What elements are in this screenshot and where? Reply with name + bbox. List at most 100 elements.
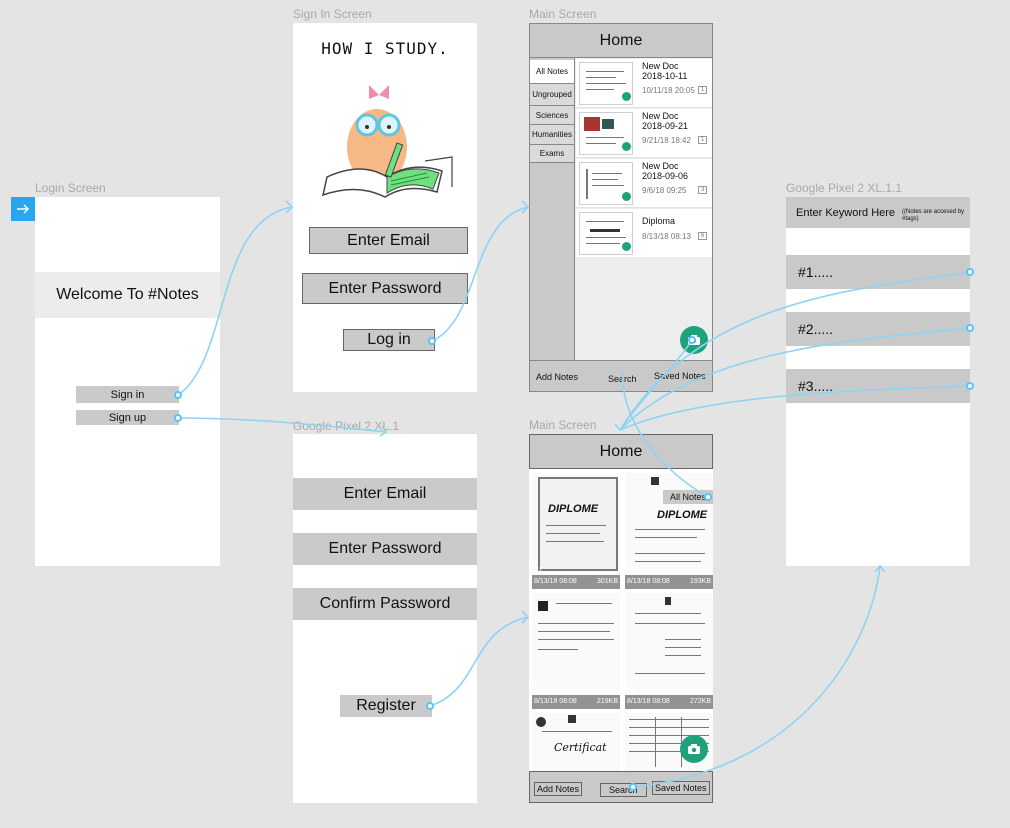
studying-owl-illustration — [321, 85, 453, 198]
synced-check-icon — [622, 242, 631, 251]
doc-title: New Doc — [642, 61, 679, 71]
tile-size: 219KB — [596, 698, 618, 705]
email-field[interactable]: Enter Email — [309, 227, 468, 254]
tab-ungrouped[interactable]: Ungrouped — [530, 84, 574, 106]
tile-info-bar: 01 8/13/18 08:08 301KB — [532, 566, 620, 589]
welcome-banner: Welcome To #Notes — [35, 272, 220, 318]
doc-date: 2018-09-21 — [642, 121, 689, 131]
synced-check-icon — [622, 142, 631, 151]
saved-notes-button[interactable]: Saved Notes — [654, 371, 706, 381]
logo-text: HOW I STUDY. — [321, 39, 449, 58]
tile-number: 01 — [534, 566, 543, 575]
register-email-field[interactable]: Enter Email — [293, 478, 477, 510]
register-hotspot[interactable] — [426, 702, 434, 710]
doc-tile-title: DIPLOME — [657, 509, 708, 521]
add-notes-button[interactable]: Add Notes — [536, 372, 578, 382]
tab-all-notes[interactable]: All Notes — [530, 60, 574, 84]
password-field[interactable]: Enter Password — [302, 273, 468, 304]
synced-check-icon — [622, 92, 631, 101]
tab-sciences[interactable]: Sciences — [530, 106, 574, 125]
register-button[interactable]: Register — [340, 695, 432, 717]
signin-screen: HOW I STUDY. Enter Email Enter Password … — [293, 23, 477, 392]
welcome-text: Welcome To #Notes — [56, 286, 199, 303]
doc-time: 8/13/18 08:13 — [642, 232, 691, 241]
search-frame-label: Google Pixel 2 XL.1.1 — [786, 181, 903, 195]
doc-list-item[interactable]: New Doc 2018-09-06 9/6/18 09:25 3 — [576, 159, 712, 208]
doc-title: New Doc — [642, 161, 679, 171]
search-hotspot[interactable] — [629, 783, 637, 791]
tile-time: 8/13/18 08:08 — [627, 578, 670, 585]
tags-hint: ((Notes are accesed by #tags) — [902, 209, 965, 222]
tile-info-bar: 04 8/13/18 08:08 272KB — [625, 686, 713, 709]
tile-number: 02 — [627, 566, 636, 575]
allnotes-hotspot[interactable] — [704, 493, 712, 501]
doc-title: Diploma — [642, 216, 676, 226]
bottom-bar: Add Notes Search Saved Notes — [530, 360, 712, 391]
confirm-password-field[interactable]: Confirm Password — [293, 588, 477, 620]
prototype-start-icon[interactable] — [11, 197, 35, 221]
sign-in-button[interactable]: Sign in — [76, 386, 179, 403]
camera-hotspot[interactable] — [688, 336, 696, 344]
doc-date: 2018-09-06 — [642, 171, 689, 181]
login-hotspot[interactable] — [428, 337, 436, 345]
main2-frame-label: Main Screen — [529, 418, 597, 432]
page-count-badge: 6 — [698, 232, 708, 240]
tile-number: 04 — [627, 686, 636, 695]
add-notes-button[interactable]: Add Notes — [534, 782, 583, 796]
search-result-row[interactable]: #2..... — [786, 312, 970, 346]
result1-hotspot[interactable] — [966, 268, 974, 276]
sign-up-button[interactable]: Sign up — [76, 410, 179, 425]
doc-tile[interactable]: 03 8/13/18 08:08 219KB — [532, 593, 620, 709]
tile-time: 8/13/18 08:08 — [534, 698, 577, 705]
camera-icon — [688, 744, 700, 754]
bottom-bar: Add Notes Search Saved Notes — [529, 771, 713, 803]
doc-tile-title: DIPLOME — [548, 503, 599, 515]
doc-title: New Doc — [642, 111, 679, 121]
signup-hotspot[interactable] — [174, 414, 182, 422]
doc-time: 10/11/18 20:05 — [642, 86, 695, 95]
tile-number: 03 — [534, 686, 543, 695]
register-password-field[interactable]: Enter Password — [293, 533, 477, 565]
log-in-button[interactable]: Log in — [343, 329, 435, 351]
search-result-row[interactable]: #1..... — [786, 255, 970, 289]
tab-humanities[interactable]: Humanities — [530, 125, 574, 145]
doc-time: 9/21/18 18:42 — [642, 136, 691, 145]
result3-hotspot[interactable] — [966, 382, 974, 390]
search-screen: Enter Keyword Here ((Notes are accesed b… — [786, 197, 970, 566]
saved-notes-button[interactable]: Saved Notes — [652, 781, 710, 795]
doc-tile[interactable]: Certificat — [532, 713, 620, 771]
tile-size: 301KB — [596, 578, 618, 585]
page-count-badge: 1 — [698, 136, 708, 144]
login-frame-label: Login Screen — [35, 181, 106, 195]
main-list-screen: Home All Notes Ungrouped Sciences Humani… — [529, 23, 713, 392]
doc-list-item[interactable]: New Doc 2018-10-11 10/11/18 20:05 1 — [576, 59, 712, 108]
camera-fab[interactable] — [680, 735, 708, 763]
signin-hotspot[interactable] — [174, 391, 182, 399]
main1-frame-label: Main Screen — [529, 7, 597, 21]
main-grid-screen: Home DIPLOME 01 8/13/18 08:08 301KB DIPL… — [529, 434, 713, 803]
home-header: Home — [529, 434, 713, 469]
doc-tile-title: Certificat — [554, 741, 607, 754]
register-frame-label: Google Pixel 2 XL.1 — [293, 419, 400, 433]
login-screen: Welcome To #Notes Sign in Sign up — [35, 197, 220, 566]
keyword-placeholder: Enter Keyword Here — [796, 207, 896, 219]
tab-exams[interactable]: Exams — [530, 145, 574, 163]
signin-frame-label: Sign In Screen — [293, 7, 372, 21]
doc-date: 2018-10-11 — [642, 71, 688, 81]
doc-list-item[interactable]: Diploma 8/13/18 08:13 6 — [576, 209, 712, 257]
search-button[interactable]: Search — [600, 783, 647, 797]
keyword-search-bar[interactable]: Enter Keyword Here ((Notes are accesed b… — [786, 197, 970, 228]
doc-tile[interactable]: 04 8/13/18 08:08 272KB — [625, 593, 713, 709]
doc-list: New Doc 2018-10-11 10/11/18 20:05 1 New … — [576, 59, 712, 259]
tile-info-bar: 02 8/13/18 08:08 193KB — [625, 566, 713, 589]
doc-tile[interactable]: DIPLOME 01 8/13/18 08:08 301KB — [532, 473, 620, 589]
result2-hotspot[interactable] — [966, 324, 974, 332]
home-header: Home — [530, 24, 712, 58]
page-count-badge: 3 — [698, 186, 708, 194]
tile-time: 8/13/18 08:08 — [627, 698, 670, 705]
doc-list-item[interactable]: New Doc 2018-09-21 9/21/18 18:42 1 — [576, 109, 712, 158]
search-button[interactable]: Search — [608, 374, 637, 384]
doc-time: 9/6/18 09:25 — [642, 186, 687, 195]
group-tabs: All Notes Ungrouped Sciences Humanities … — [530, 58, 575, 360]
search-result-row[interactable]: #3..... — [786, 369, 970, 403]
